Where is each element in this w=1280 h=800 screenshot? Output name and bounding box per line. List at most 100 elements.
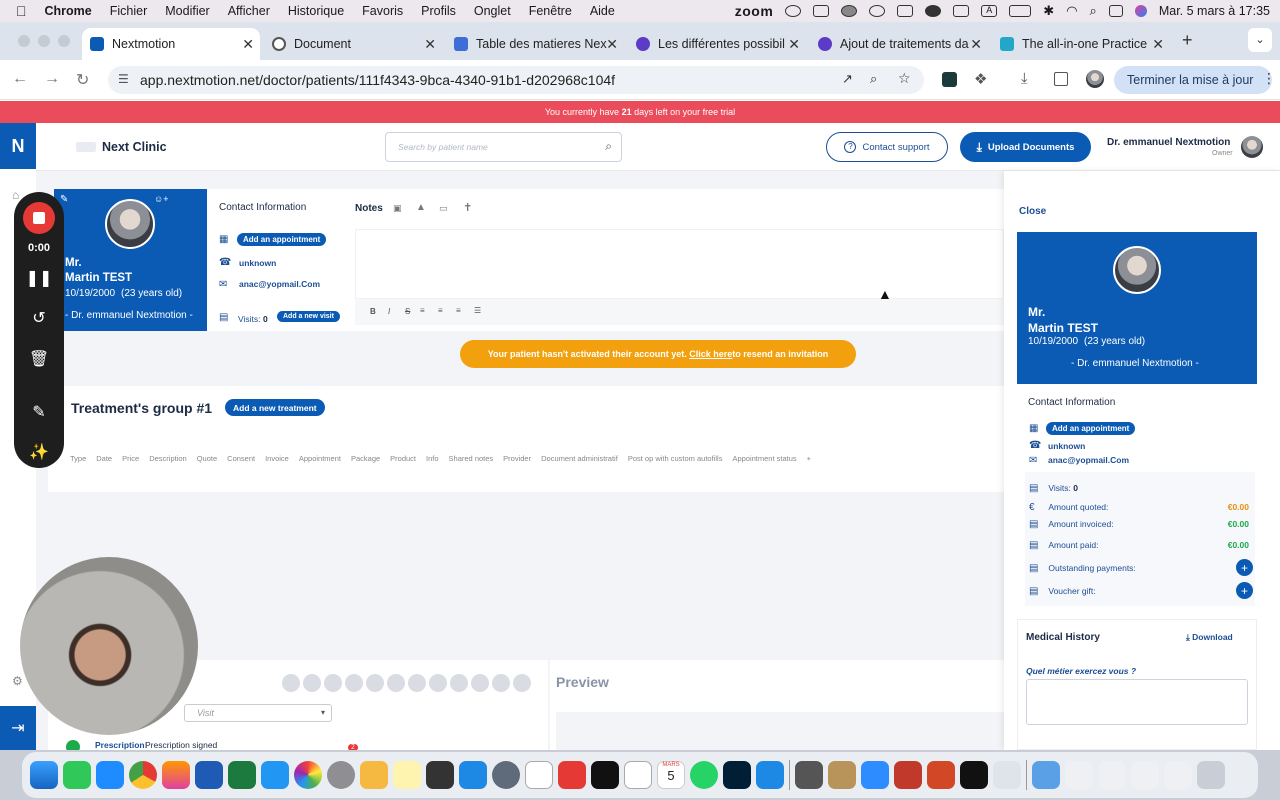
stop-recording-button[interactable] [23, 202, 55, 234]
zoom-app-icon[interactable] [861, 761, 889, 789]
site-settings-icon[interactable]: ☰ [118, 72, 129, 86]
strike-button[interactable]: S [405, 307, 410, 316]
screenshot-icon[interactable] [525, 761, 553, 789]
doc-type-icon[interactable] [282, 674, 300, 692]
doc-type-icon[interactable] [303, 674, 321, 692]
menubar-clock[interactable]: Mar. 5 mars à 17:35 [1159, 4, 1270, 18]
pin-icon[interactable]: ✝ [463, 201, 472, 214]
doc-type-icon[interactable] [513, 674, 531, 692]
col-invoice[interactable]: Invoice [265, 454, 289, 463]
col-price[interactable]: Price [122, 454, 139, 463]
chrome-icon[interactable] [129, 761, 157, 789]
pen-icon[interactable]: ✎ [14, 402, 64, 422]
siri-icon[interactable] [1134, 5, 1147, 17]
col-document-administratif[interactable]: Document administratif [541, 454, 618, 463]
more-menu-icon[interactable]: ⋮ [1262, 70, 1276, 87]
logout-button[interactable]: ⇥ [0, 706, 36, 750]
safari-icon[interactable] [261, 761, 289, 789]
extension-icon[interactable] [942, 72, 957, 87]
restart-icon[interactable]: ↺ [14, 308, 64, 328]
menu-profils[interactable]: Profils [421, 4, 456, 18]
notes-lock-icon[interactable]: ▣ [393, 203, 402, 214]
doc-type-icon[interactable] [366, 674, 384, 692]
doc-type-icon[interactable] [492, 674, 510, 692]
doc-type-icon[interactable] [408, 674, 426, 692]
add-appointment-button[interactable]: Add an appointment [237, 233, 327, 246]
close-tab-icon[interactable]: ✕ [242, 36, 254, 53]
add-column-button[interactable]: + [807, 454, 811, 463]
close-window-button[interactable] [18, 35, 30, 47]
col-quote[interactable]: Quote [197, 454, 217, 463]
bullet-list-icon[interactable]: ☰ [474, 306, 481, 315]
finish-update-button[interactable]: Terminer la mise à jour [1114, 66, 1272, 94]
settings-gear-icon[interactable]: ⚙ [12, 674, 23, 688]
edit-patient-icon[interactable]: ✎ [60, 194, 68, 205]
profile-avatar[interactable] [1086, 70, 1104, 88]
side-panel-icon[interactable] [1054, 72, 1068, 86]
menu-historique[interactable]: Historique [288, 4, 344, 18]
align-right-icon[interactable]: ≡ [456, 306, 461, 315]
patient-email[interactable]: anac@yopmail.Com [239, 279, 320, 289]
col-provider[interactable]: Provider [503, 454, 531, 463]
visit-select[interactable]: Visit ▾ [184, 704, 332, 722]
patient-avatar[interactable] [105, 199, 155, 249]
input-source-icon[interactable]: A [981, 5, 998, 17]
calendar-app-icon[interactable]: MARS 5 [657, 761, 685, 789]
patient-search-input[interactable]: Search by patient name ⌕ [385, 132, 622, 162]
download-link[interactable]: ⤓ Download [1186, 632, 1233, 643]
photos-icon[interactable] [294, 761, 322, 789]
reload-icon[interactable]: ↻ [76, 70, 89, 90]
window-icon[interactable] [813, 5, 830, 17]
new-tab-plus-icon[interactable]: + [1182, 30, 1193, 51]
wifi-icon[interactable]: ◠ [1066, 3, 1077, 19]
effects-wand-icon[interactable]: ✨ [14, 442, 64, 462]
menu-fenetre[interactable]: Fenêtre [529, 4, 572, 18]
photoshop-icon[interactable] [723, 761, 751, 789]
spreadsheet-stack-icon[interactable] [1131, 761, 1159, 789]
downloads-folder-icon[interactable] [1032, 761, 1060, 789]
notes-app-icon[interactable] [393, 761, 421, 789]
doctor-name[interactable]: Dr. emmanuel Nextmotion [1107, 137, 1230, 148]
doc-type-icon[interactable] [387, 674, 405, 692]
open-in-app-icon[interactable]: ↗ [842, 71, 853, 87]
capcut-icon[interactable] [624, 761, 652, 789]
download-icon[interactable]: ⤓ [1021, 70, 1028, 87]
word-icon[interactable] [195, 761, 223, 789]
home-icon[interactable]: ⌂ [12, 188, 19, 202]
back-arrow-icon[interactable]: ← [12, 70, 28, 88]
resend-invitation-link[interactable]: Click here [689, 349, 732, 359]
add-treatment-button[interactable]: Add a new treatment [225, 399, 325, 416]
address-bar[interactable]: ☰ app.nextmotion.net/doctor/patients/111… [108, 66, 924, 94]
close-tab-icon[interactable]: ✕ [606, 36, 618, 53]
medical-answer-input[interactable] [1026, 679, 1248, 725]
comment-icon[interactable]: ▭ [439, 203, 448, 214]
col-date[interactable]: Date [96, 454, 112, 463]
col-appointment[interactable]: Appointment [299, 454, 341, 463]
col-info[interactable]: Info [426, 454, 439, 463]
side-patient-avatar[interactable] [1113, 246, 1161, 294]
keynote-icon[interactable] [756, 761, 784, 789]
align-center-icon[interactable]: ≡ [420, 306, 425, 315]
close-tab-icon[interactable]: ✕ [424, 36, 436, 53]
airplay-icon[interactable] [869, 5, 886, 17]
col-package[interactable]: Package [351, 454, 380, 463]
add-user-icon[interactable]: ☺+ [154, 194, 168, 204]
col-consent[interactable]: Consent [227, 454, 255, 463]
focus-icon[interactable] [785, 5, 802, 17]
close-tab-icon[interactable]: ✕ [1152, 36, 1164, 53]
close-panel-link[interactable]: Close [1019, 206, 1046, 217]
extensions-puzzle-icon[interactable]: ❖ [974, 70, 987, 88]
col-description[interactable]: Description [149, 454, 187, 463]
messages-icon[interactable] [63, 761, 91, 789]
document-stack-icon[interactable] [1065, 761, 1093, 789]
side-add-appointment-button[interactable]: Add an appointment [1046, 422, 1136, 435]
trash-bin-icon[interactable] [1197, 761, 1225, 789]
files-stack-icon[interactable] [1164, 761, 1192, 789]
zoom-window-button[interactable] [58, 35, 70, 47]
pause-icon[interactable]: ❚❚ [14, 268, 64, 288]
preview-app-icon[interactable] [993, 761, 1021, 789]
add-new-visit-button[interactable]: Add a new visit [277, 311, 340, 322]
notes-editor[interactable] [355, 229, 1004, 299]
apple-menu-icon[interactable]:  [16, 3, 27, 19]
col-post-op[interactable]: Post op with custom autofills [628, 454, 723, 463]
